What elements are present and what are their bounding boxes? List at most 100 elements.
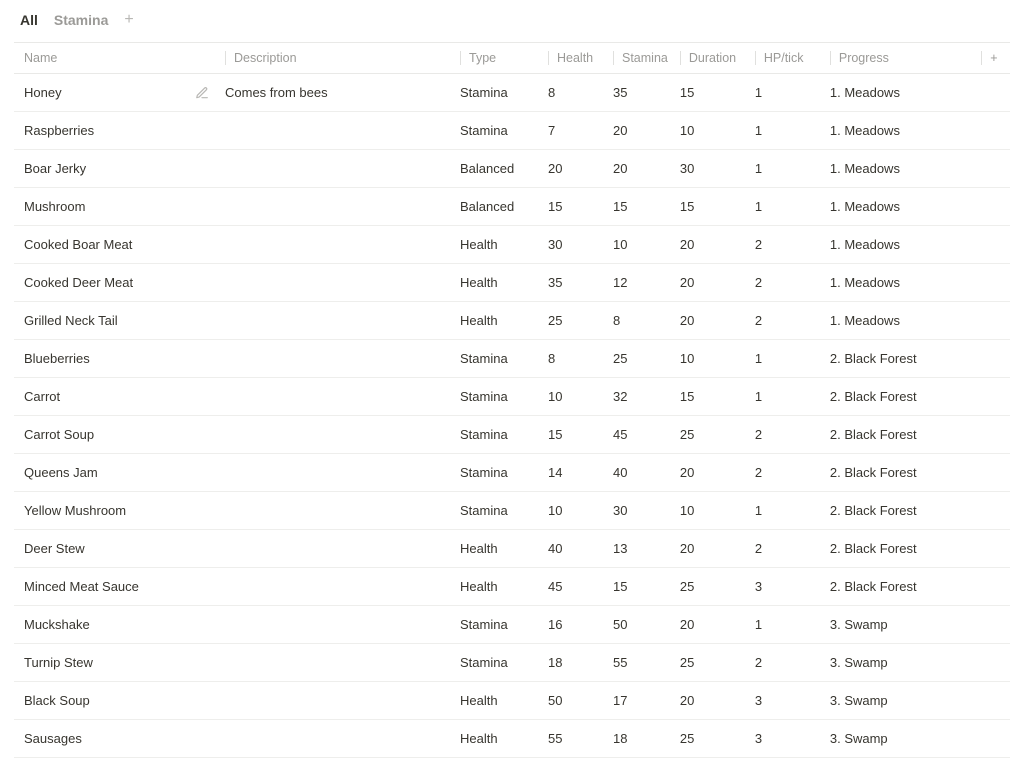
table-row[interactable]: MushroomBalanced15151511. Meadows bbox=[14, 188, 1010, 226]
cell-description[interactable] bbox=[219, 112, 454, 150]
cell-hptick[interactable]: 1 bbox=[749, 378, 824, 416]
col-stamina[interactable]: Stamina bbox=[607, 43, 674, 74]
cell-name[interactable]: Minced Meat Sauce bbox=[14, 568, 219, 606]
cell-hptick[interactable]: 1 bbox=[749, 340, 824, 378]
table-row[interactable]: Cooked Boar MeatHealth30102021. Meadows bbox=[14, 226, 1010, 264]
cell-stamina[interactable]: 8 bbox=[607, 302, 674, 340]
add-column-button[interactable]: + bbox=[969, 43, 1010, 74]
cell-health[interactable]: 35 bbox=[542, 264, 607, 302]
cell-name[interactable]: Yellow Mushroom bbox=[14, 492, 219, 530]
cell-progress[interactable]: 3. Swamp bbox=[824, 644, 969, 682]
cell-name[interactable]: Cooked Deer Meat bbox=[14, 264, 219, 302]
cell-health[interactable]: 45 bbox=[542, 568, 607, 606]
cell-hptick[interactable]: 2 bbox=[749, 302, 824, 340]
table-row[interactable]: CarrotStamina10321512. Black Forest bbox=[14, 378, 1010, 416]
cell-progress[interactable]: 2. Black Forest bbox=[824, 340, 969, 378]
cell-hptick[interactable]: 3 bbox=[749, 720, 824, 758]
cell-name[interactable]: Cooked Boar Meat bbox=[14, 226, 219, 264]
cell-progress[interactable]: 1. Meadows bbox=[824, 302, 969, 340]
cell-stamina[interactable]: 50 bbox=[607, 606, 674, 644]
cell-description[interactable] bbox=[219, 416, 454, 454]
cell-stamina[interactable]: 15 bbox=[607, 568, 674, 606]
table-row[interactable]: Yellow MushroomStamina10301012. Black Fo… bbox=[14, 492, 1010, 530]
cell-health[interactable]: 40 bbox=[542, 530, 607, 568]
cell-duration[interactable]: 20 bbox=[674, 606, 749, 644]
cell-stamina[interactable]: 35 bbox=[607, 74, 674, 112]
cell-health[interactable]: 10 bbox=[542, 492, 607, 530]
cell-stamina[interactable]: 18 bbox=[607, 720, 674, 758]
cell-duration[interactable]: 25 bbox=[674, 720, 749, 758]
cell-progress[interactable]: 2. Black Forest bbox=[824, 416, 969, 454]
cell-duration[interactable]: 20 bbox=[674, 302, 749, 340]
cell-name[interactable]: Grilled Neck Tail bbox=[14, 302, 219, 340]
cell-type[interactable]: Health bbox=[454, 568, 542, 606]
add-view-button[interactable]: + bbox=[124, 12, 133, 28]
table-row[interactable]: Cooked Deer MeatHealth35122021. Meadows bbox=[14, 264, 1010, 302]
col-name[interactable]: Name bbox=[14, 43, 219, 74]
cell-health[interactable]: 25 bbox=[542, 302, 607, 340]
cell-name[interactable]: Carrot Soup bbox=[14, 416, 219, 454]
col-health[interactable]: Health bbox=[542, 43, 607, 74]
cell-hptick[interactable]: 2 bbox=[749, 530, 824, 568]
cell-duration[interactable]: 30 bbox=[674, 150, 749, 188]
table-row[interactable]: Deer StewHealth40132022. Black Forest bbox=[14, 530, 1010, 568]
cell-health[interactable]: 8 bbox=[542, 340, 607, 378]
cell-duration[interactable]: 25 bbox=[674, 644, 749, 682]
table-row[interactable]: Queens JamStamina14402022. Black Forest bbox=[14, 454, 1010, 492]
cell-duration[interactable]: 10 bbox=[674, 340, 749, 378]
cell-progress[interactable]: 2. Black Forest bbox=[824, 530, 969, 568]
cell-health[interactable]: 55 bbox=[542, 720, 607, 758]
cell-stamina[interactable]: 25 bbox=[607, 340, 674, 378]
cell-description[interactable] bbox=[219, 568, 454, 606]
cell-duration[interactable]: 10 bbox=[674, 492, 749, 530]
cell-duration[interactable]: 10 bbox=[674, 112, 749, 150]
cell-description[interactable] bbox=[219, 682, 454, 720]
cell-type[interactable]: Stamina bbox=[454, 340, 542, 378]
table-row[interactable]: Boar JerkyBalanced20203011. Meadows bbox=[14, 150, 1010, 188]
cell-name[interactable]: Carrot bbox=[14, 378, 219, 416]
cell-type[interactable]: Health bbox=[454, 302, 542, 340]
cell-duration[interactable]: 15 bbox=[674, 188, 749, 226]
table-row[interactable]: SausagesHealth55182533. Swamp bbox=[14, 720, 1010, 758]
cell-stamina[interactable]: 40 bbox=[607, 454, 674, 492]
cell-description[interactable] bbox=[219, 720, 454, 758]
cell-stamina[interactable]: 17 bbox=[607, 682, 674, 720]
cell-type[interactable]: Stamina bbox=[454, 112, 542, 150]
cell-type[interactable]: Balanced bbox=[454, 150, 542, 188]
cell-hptick[interactable]: 1 bbox=[749, 492, 824, 530]
cell-description[interactable] bbox=[219, 606, 454, 644]
cell-stamina[interactable]: 20 bbox=[607, 112, 674, 150]
cell-description[interactable]: Comes from bees bbox=[219, 74, 454, 112]
cell-progress[interactable]: 1. Meadows bbox=[824, 226, 969, 264]
cell-stamina[interactable]: 55 bbox=[607, 644, 674, 682]
cell-description[interactable] bbox=[219, 150, 454, 188]
cell-progress[interactable]: 2. Black Forest bbox=[824, 378, 969, 416]
cell-description[interactable] bbox=[219, 340, 454, 378]
cell-health[interactable]: 20 bbox=[542, 150, 607, 188]
cell-type[interactable]: Balanced bbox=[454, 188, 542, 226]
cell-health[interactable]: 30 bbox=[542, 226, 607, 264]
cell-name[interactable]: Honey bbox=[14, 74, 219, 112]
cell-type[interactable]: Stamina bbox=[454, 492, 542, 530]
cell-description[interactable] bbox=[219, 188, 454, 226]
cell-name[interactable]: Muckshake bbox=[14, 606, 219, 644]
col-type[interactable]: Type bbox=[454, 43, 542, 74]
cell-health[interactable]: 50 bbox=[542, 682, 607, 720]
cell-health[interactable]: 18 bbox=[542, 644, 607, 682]
cell-name[interactable]: Sausages bbox=[14, 720, 219, 758]
cell-name[interactable]: Queens Jam bbox=[14, 454, 219, 492]
table-row[interactable]: Grilled Neck Tail Health2582021. Meadows bbox=[14, 302, 1010, 340]
cell-health[interactable]: 15 bbox=[542, 416, 607, 454]
cell-type[interactable]: Stamina bbox=[454, 74, 542, 112]
cell-progress[interactable]: 1. Meadows bbox=[824, 188, 969, 226]
cell-name[interactable]: Boar Jerky bbox=[14, 150, 219, 188]
cell-health[interactable]: 10 bbox=[542, 378, 607, 416]
table-row[interactable]: MuckshakeStamina16502013. Swamp bbox=[14, 606, 1010, 644]
cell-hptick[interactable]: 1 bbox=[749, 188, 824, 226]
cell-health[interactable]: 15 bbox=[542, 188, 607, 226]
cell-hptick[interactable]: 2 bbox=[749, 644, 824, 682]
cell-hptick[interactable]: 1 bbox=[749, 150, 824, 188]
col-description[interactable]: Description bbox=[219, 43, 454, 74]
col-duration[interactable]: Duration bbox=[674, 43, 749, 74]
cell-progress[interactable]: 3. Swamp bbox=[824, 682, 969, 720]
